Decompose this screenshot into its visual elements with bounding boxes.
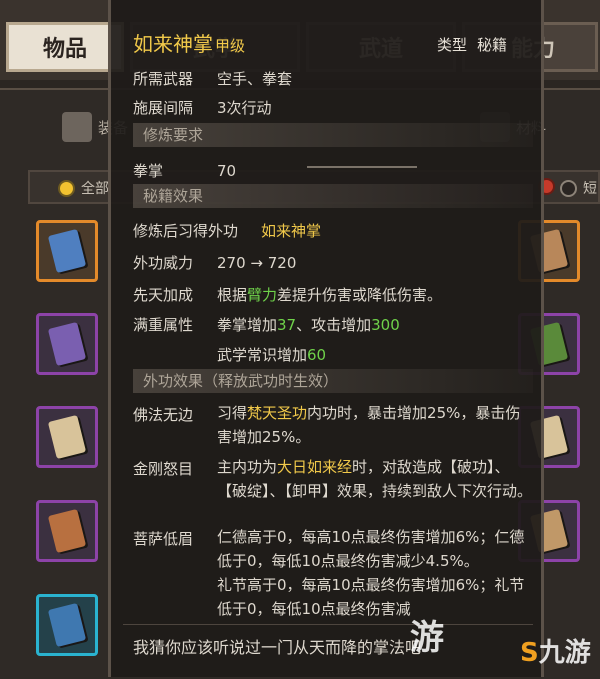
watermark-left: 游 xyxy=(410,618,444,658)
item-tooltip: 如来神掌 甲级 类型 秘籍 所需武器 空手、拳套 施展间隔 3次行动 修炼要求 拳掌 70… xyxy=(108,0,544,677)
section-requirements: 修炼要求 xyxy=(133,123,533,147)
watermark-logo-icon: S xyxy=(520,638,539,668)
effect-2-line2: 【破绽】、【卸甲】效果，持续到敌人下次行动。 xyxy=(217,482,533,500)
power-label: 外功威力 xyxy=(133,254,194,272)
item-type-value: 秘籍 xyxy=(477,36,508,54)
effect-1-post: 内功时，暴击增加25%，暴击伤 xyxy=(307,404,521,422)
watermark-right-text: 九游 xyxy=(538,638,591,668)
book-icon xyxy=(47,414,87,460)
weapon-row: 所需武器 空手、拳套 xyxy=(133,68,292,89)
power-value: 270 → 720 xyxy=(217,254,297,272)
mastery-row: 满重属性 拳掌增加37、攻击增加300 xyxy=(133,314,400,335)
effect-3-line2: 低于0，每低10点最终伤害减少4.5%。 xyxy=(217,552,479,570)
book-icon xyxy=(47,321,87,367)
mastery-1d: 300 xyxy=(371,316,400,334)
weapon-label: 所需武器 xyxy=(133,70,194,88)
item-slot[interactable] xyxy=(36,220,98,282)
item-grade: 甲级 xyxy=(215,37,246,55)
filter-short[interactable]: 短 xyxy=(560,178,597,198)
effect-1-text: 习得梵天圣功内功时，暴击增加25%，暴击伤害增加25%。 xyxy=(217,401,520,449)
tab-items-label: 物品 xyxy=(42,37,87,62)
divider xyxy=(123,624,533,625)
book-icon xyxy=(47,602,87,648)
effect-3-label: 菩萨低眉 xyxy=(133,530,194,548)
innate-attr: 臂力 xyxy=(247,286,278,304)
effect-2-label: 金刚怒目 xyxy=(133,460,194,478)
mastery-2b: 60 xyxy=(307,346,327,364)
tab-items[interactable]: 物品 xyxy=(6,22,124,72)
item-slot[interactable] xyxy=(36,313,98,375)
innate-post: 差提升伤害或降低伤害。 xyxy=(277,286,443,304)
filter-short-label: 短 xyxy=(583,181,597,197)
flavor-text: 我猜你应该听说过一门从天而降的掌法吧 xyxy=(133,638,422,657)
interval-label: 施展间隔 xyxy=(133,99,194,117)
innate-row: 先天加成 根据臂力差提升伤害或降低伤害。 xyxy=(133,284,442,305)
innate-label: 先天加成 xyxy=(133,286,194,304)
mastery-2a: 武学常识增加 xyxy=(217,346,308,364)
interval-row: 施展间隔 3次行动 xyxy=(133,97,272,118)
effect-1-line2: 害增加25%。 xyxy=(217,428,311,446)
effect-3-line3: 礼节高于0，每高10点最终伤害增加6%；礼节 xyxy=(217,576,525,594)
mastery-label: 满重属性 xyxy=(133,316,194,334)
effect-1-label: 佛法无边 xyxy=(133,406,194,424)
mastery-1b: 37 xyxy=(277,316,297,334)
interval-value: 3次行动 xyxy=(217,99,272,117)
effect-1-pre: 习得 xyxy=(217,404,248,422)
item-slot[interactable] xyxy=(36,500,98,562)
mastery-1c: 、攻击增加 xyxy=(296,316,372,334)
weapon-value: 空手、拳套 xyxy=(217,70,293,88)
effect-2-post: 时，对敌造成【破功】、 xyxy=(352,458,510,476)
learn-row: 修炼后习得外功 如来神掌 xyxy=(133,220,321,241)
item-name: 如来神掌 xyxy=(133,32,213,56)
radio-off-icon xyxy=(560,179,577,197)
book-icon xyxy=(47,508,87,554)
req-skill: 拳掌 xyxy=(133,162,164,180)
item-slot[interactable] xyxy=(36,594,98,656)
effect-1-highlight: 梵天圣功 xyxy=(247,404,308,422)
req-progress-bar xyxy=(307,166,417,168)
mastery-row-2: 武学常识增加60 xyxy=(217,344,326,365)
req-row: 拳掌 70 xyxy=(133,160,236,181)
effect-3-text: 仁德高于0，每高10点最终伤害增加6%；仁德 低于0，每低10点最终伤害减少4.5… xyxy=(217,525,524,621)
item-slot[interactable] xyxy=(36,406,98,468)
effect-2-text: 主内功为大日如来经时，对敌造成【破功】、【破绽】、【卸甲】效果，持续到敌人下次行… xyxy=(217,455,532,503)
item-type: 类型 秘籍 xyxy=(437,34,507,55)
section-external: 外功效果（释放武功时生效） xyxy=(133,369,533,393)
book-icon xyxy=(47,228,87,274)
learn-label: 修炼后习得外功 xyxy=(133,222,239,240)
mastery-1a: 拳掌增加 xyxy=(217,316,278,334)
effect-3-line1: 仁德高于0，每高10点最终伤害增加6%；仁德 xyxy=(217,528,525,546)
learn-value: 如来神掌 xyxy=(261,222,322,240)
radio-on-icon xyxy=(58,179,75,197)
filter-all-label: 全部 xyxy=(81,181,109,197)
req-value: 70 xyxy=(217,162,237,180)
watermark-right: S九游 xyxy=(520,632,591,669)
armor-icon xyxy=(62,112,92,142)
effect-2-highlight: 大日如来经 xyxy=(277,458,353,476)
item-title: 如来神掌 甲级 xyxy=(133,28,245,57)
section-effects: 秘籍效果 xyxy=(133,184,533,208)
filter-all[interactable]: 全部 xyxy=(58,178,109,198)
power-row: 外功威力 270 → 720 xyxy=(133,252,296,273)
item-type-label: 类型 xyxy=(437,36,468,54)
effect-3-line4: 低于0，每低10点最终伤害减 xyxy=(217,600,411,618)
innate-pre: 根据 xyxy=(217,286,248,304)
effect-2-pre: 主内功为 xyxy=(217,458,278,476)
